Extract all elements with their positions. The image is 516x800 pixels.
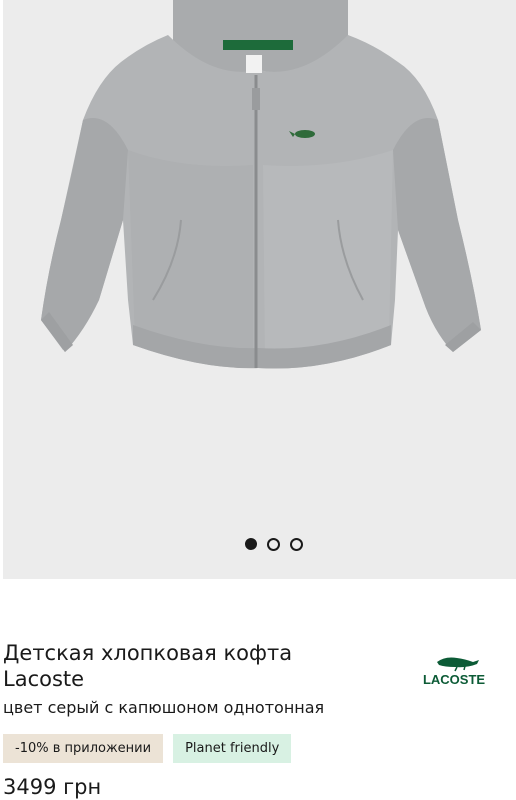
promo-badge: -10% в приложении (3, 734, 164, 763)
carousel-dot-1[interactable] (244, 538, 257, 550)
product-title[interactable]: Детская хлопковая кофта Lacoste (3, 640, 343, 692)
carousel-dots (17, 536, 516, 552)
eco-badge: Planet friendly (173, 734, 292, 763)
svg-text:LACOSTE: LACOSTE (423, 672, 485, 687)
product-image-gallery[interactable] (3, 0, 516, 579)
carousel-dot-2[interactable] (266, 537, 280, 551)
product-image[interactable] (3, 0, 516, 579)
brand-logo[interactable]: LACOSTE (413, 648, 495, 688)
product-subtitle: цвет серый с капюшоном однотонная (3, 698, 325, 717)
product-price: 3499 грн (3, 775, 102, 799)
carousel-dot-3[interactable] (289, 537, 303, 551)
lacoste-logo-icon: LACOSTE (423, 657, 485, 687)
badges: -10% в приложении Planet friendly (3, 734, 292, 763)
